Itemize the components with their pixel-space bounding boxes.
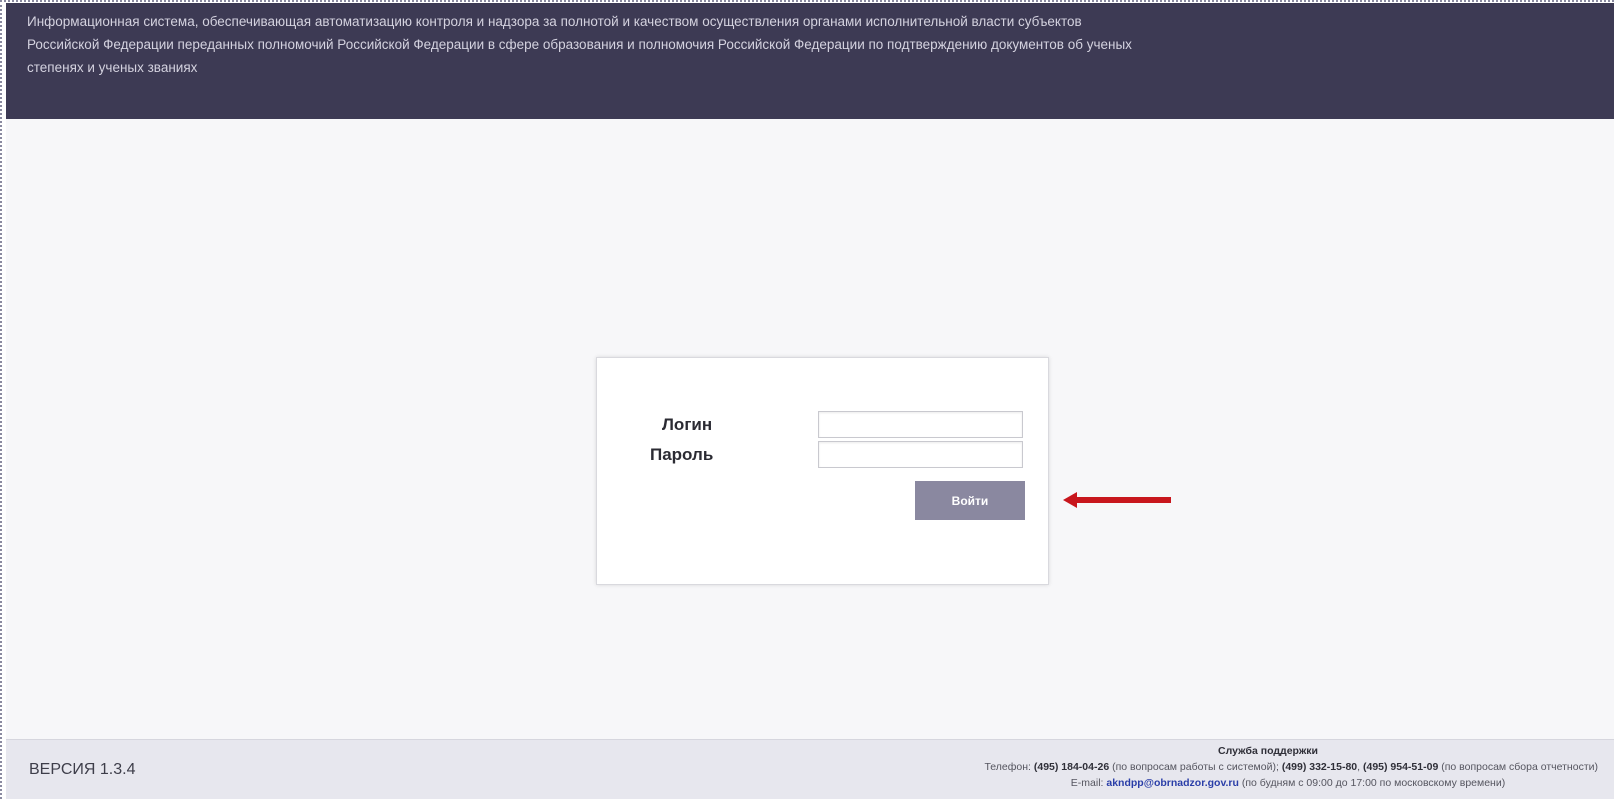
password-input[interactable] — [818, 441, 1023, 468]
main-content-area: Логин Пароль Войти — [6, 119, 1614, 739]
support-info: Служба поддержки Телефон: (495) 184-04-2… — [678, 743, 1598, 791]
phone-separator: , — [1357, 761, 1361, 773]
login-form-card: Логин Пароль Войти — [596, 357, 1049, 585]
phone-3: (495) 954-51-09 — [1362, 761, 1439, 773]
phone-prefix: Телефон: — [984, 761, 1031, 773]
support-email-link[interactable]: akndpp@obrnadzor.gov.ru — [1106, 777, 1239, 789]
phone-2: (499) 332-15-80 — [1281, 761, 1358, 773]
version-label: ВЕРСИЯ 1.3.4 — [29, 761, 136, 778]
phone-3-note: (по вопросам сбора отчетности) — [1441, 761, 1598, 773]
footer-bar: ВЕРСИЯ 1.3.4 Служба поддержки Телефон: (… — [6, 739, 1614, 799]
phone-1: (495) 184-04-26 — [1033, 761, 1110, 773]
support-email-line: E-mail: akndpp@obrnadzor.gov.ru (по будн… — [678, 775, 1598, 791]
arrow-shaft — [1075, 497, 1171, 503]
email-note: (по будням с 09:00 до 17:00 по московско… — [1241, 777, 1506, 789]
support-title: Служба поддержки — [1218, 745, 1318, 757]
login-input[interactable] — [818, 411, 1023, 438]
submit-button[interactable]: Войти — [915, 481, 1025, 520]
top-header-banner: Информационная система, обеспечивающая а… — [6, 3, 1614, 119]
email-prefix: E-mail: — [1070, 777, 1104, 789]
phone-1-note: (по вопросам работы с системой); — [1112, 761, 1279, 773]
red-arrow-annotation-icon — [1063, 492, 1171, 508]
password-label: Пароль — [650, 445, 714, 464]
system-description: Информационная система, обеспечивающая а… — [27, 14, 1132, 75]
arrow-head — [1063, 492, 1077, 508]
support-phone-line: Телефон: (495) 184-04-26 (по вопросам ра… — [678, 759, 1598, 775]
login-label: Логин — [662, 415, 713, 434]
